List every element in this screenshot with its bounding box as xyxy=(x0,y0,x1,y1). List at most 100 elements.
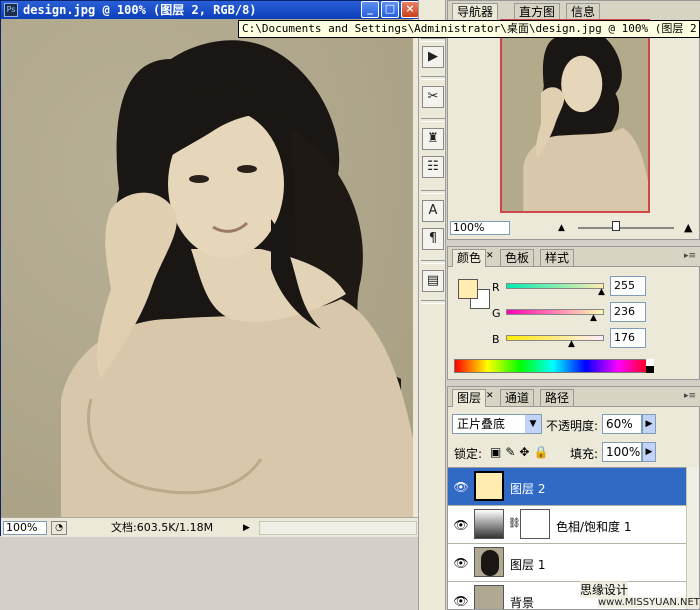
link-icon: ⛓ xyxy=(508,518,521,529)
clone-stamp-icon[interactable]: ♜ xyxy=(422,128,444,150)
path-tooltip: C:\Documents and Settings\Administrator\… xyxy=(238,20,700,38)
mask-thumbnail xyxy=(520,509,550,539)
layer-thumbnail xyxy=(474,585,504,609)
g-label: G xyxy=(492,307,501,320)
eye-icon[interactable]: 👁 xyxy=(452,480,470,494)
play-icon[interactable]: ▶ xyxy=(422,46,444,68)
navigator-thumbnail[interactable] xyxy=(500,19,650,213)
type-icon[interactable]: A xyxy=(422,200,444,222)
tab-swatches[interactable]: 色板 xyxy=(500,249,535,266)
zoom-out-icon[interactable]: ▲ xyxy=(558,223,565,233)
layer-thumbnail xyxy=(474,547,504,577)
thumb-figure xyxy=(481,550,499,576)
tab-info[interactable]: 信息 xyxy=(566,3,601,20)
layer-comps-icon[interactable]: ▤ xyxy=(422,270,444,292)
spectrum-black[interactable] xyxy=(646,366,654,373)
chevron-down-icon[interactable]: ▼ xyxy=(525,415,541,433)
opacity-field[interactable]: 60% xyxy=(602,414,642,434)
close-tab-icon[interactable]: ✕ xyxy=(486,391,494,401)
foreground-color-swatch[interactable] xyxy=(458,279,478,299)
dock-separator xyxy=(421,260,445,264)
zoom-field[interactable]: 100% xyxy=(3,521,47,535)
tab-layers[interactable]: 图层 xyxy=(452,389,487,407)
navigator-zoom-field[interactable]: 100% xyxy=(450,221,510,235)
layer-row[interactable]: 👁 图层 1 xyxy=(448,544,686,582)
layer-thumbnail xyxy=(474,471,504,501)
document-info: 文档:603.5K/1.18M xyxy=(111,521,214,534)
lock-label: 锁定: xyxy=(454,447,483,461)
fill-label: 填充: xyxy=(570,447,599,461)
status-menu-button[interactable]: ◔ xyxy=(51,521,67,535)
image-canvas[interactable] xyxy=(1,19,413,517)
color-spectrum-bar[interactable] xyxy=(454,359,652,373)
close-icon[interactable]: × xyxy=(401,1,419,18)
eye-icon[interactable]: 👁 xyxy=(452,518,470,532)
zoom-in-icon[interactable]: ▲ xyxy=(684,221,692,234)
color-tabs: 颜色 ✕ 色板 样式 ▸≡ xyxy=(448,247,700,267)
tab-navigator[interactable]: 导航器 xyxy=(452,3,499,21)
layer-row[interactable]: 👁 ⛓ 色相/饱和度 1 xyxy=(448,506,686,544)
blend-mode-select[interactable]: 正片叠底 ▼ xyxy=(452,414,542,434)
tab-paths[interactable]: 路径 xyxy=(540,389,575,406)
paragraph-icon[interactable]: ¶ xyxy=(422,228,444,250)
panel-menu-icon[interactable]: ▸≡ xyxy=(684,391,696,401)
adjustment-thumbnail xyxy=(474,509,504,539)
horizontal-scrollbar[interactable] xyxy=(259,521,417,535)
g-value[interactable]: 236 xyxy=(610,302,646,322)
layer-name: 图层 1 xyxy=(510,558,546,572)
dock-separator xyxy=(421,190,445,194)
close-tab-icon[interactable]: ✕ xyxy=(486,251,494,261)
panel-menu-icon[interactable]: ▸≡ xyxy=(684,251,696,261)
r-slider[interactable] xyxy=(506,283,604,289)
layer-name: 背景 xyxy=(510,596,535,609)
watermark-url: www.MISSYUAN.NET xyxy=(598,597,700,608)
portrait-image xyxy=(1,19,413,517)
r-value[interactable]: 255 xyxy=(610,276,646,296)
g-slider-knob[interactable]: ▲ xyxy=(590,313,597,323)
document-title: design.jpg @ 100% (图层 2, RGB/8) xyxy=(23,3,257,17)
maximize-icon[interactable]: □ xyxy=(381,1,399,18)
fill-arrow-icon[interactable]: ▶ xyxy=(642,442,656,462)
b-label: B xyxy=(492,333,500,346)
document-window: Ps design.jpg @ 100% (图层 2, RGB/8) _ □ × xyxy=(0,0,419,537)
b-slider[interactable] xyxy=(506,335,604,341)
document-titlebar[interactable]: Ps design.jpg @ 100% (图层 2, RGB/8) _ □ × xyxy=(1,1,419,19)
color-panel: 颜色 ✕ 色板 样式 ▸≡ R ▲ 255 G ▲ 236 B ▲ 176 xyxy=(447,246,700,380)
eye-icon[interactable]: 👁 xyxy=(452,556,470,570)
dock-separator xyxy=(421,118,445,122)
tab-histogram[interactable]: 直方图 xyxy=(514,3,561,20)
layers-list: 👁 图层 2 👁 ⛓ 色相/饱和度 1 👁 图层 1 👁 背景 xyxy=(448,467,686,609)
b-slider-knob[interactable]: ▲ xyxy=(568,339,575,349)
b-value[interactable]: 176 xyxy=(610,328,646,348)
layers-tabs: 图层 ✕ 通道 路径 ▸≡ xyxy=(448,387,700,407)
history-icon[interactable]: ☷ xyxy=(422,156,444,178)
layers-panel: 图层 ✕ 通道 路径 ▸≡ 正片叠底 ▼ 不透明度: 60% ▶ 锁定: ▣✎✥… xyxy=(447,386,700,610)
tab-channels[interactable]: 通道 xyxy=(500,389,535,406)
r-label: R xyxy=(492,281,500,294)
fill-field[interactable]: 100% xyxy=(602,442,642,462)
navigator-zoom-slider[interactable] xyxy=(578,227,674,229)
dock-separator xyxy=(421,76,445,80)
dock-separator xyxy=(421,300,445,304)
minimize-icon[interactable]: _ xyxy=(361,1,379,18)
navigator-zoom-knob[interactable] xyxy=(612,221,620,231)
r-slider-knob[interactable]: ▲ xyxy=(598,287,605,297)
status-arrow-icon[interactable]: ▶ xyxy=(243,523,250,533)
dock-separator xyxy=(421,38,445,42)
tab-styles[interactable]: 样式 xyxy=(540,249,575,266)
tab-color[interactable]: 颜色 xyxy=(452,249,487,267)
spectrum-white[interactable] xyxy=(646,359,654,366)
opacity-arrow-icon[interactable]: ▶ xyxy=(642,414,656,434)
photoshop-doc-icon: Ps xyxy=(4,3,18,17)
navigator-preview-image xyxy=(502,21,648,211)
lock-icon[interactable]: ▣✎✥🔒 xyxy=(490,445,552,459)
document-status-bar: 100% ◔ 文档:603.5K/1.18M ▶ xyxy=(1,517,419,537)
blend-mode-value: 正片叠底 xyxy=(457,417,506,431)
navigator-tabs: 导航器 直方图 信息 xyxy=(448,1,700,21)
layers-scrollbar[interactable] xyxy=(686,467,699,609)
brush-tool-icon[interactable]: ✂ xyxy=(422,86,444,108)
eye-icon[interactable]: 👁 xyxy=(452,594,470,608)
palette-dock: ▶ ✂ ♜ ☷ A ¶ ▤ xyxy=(418,0,446,610)
layer-name: 色相/饱和度 1 xyxy=(556,520,632,534)
layer-row[interactable]: 👁 图层 2 xyxy=(448,468,686,506)
